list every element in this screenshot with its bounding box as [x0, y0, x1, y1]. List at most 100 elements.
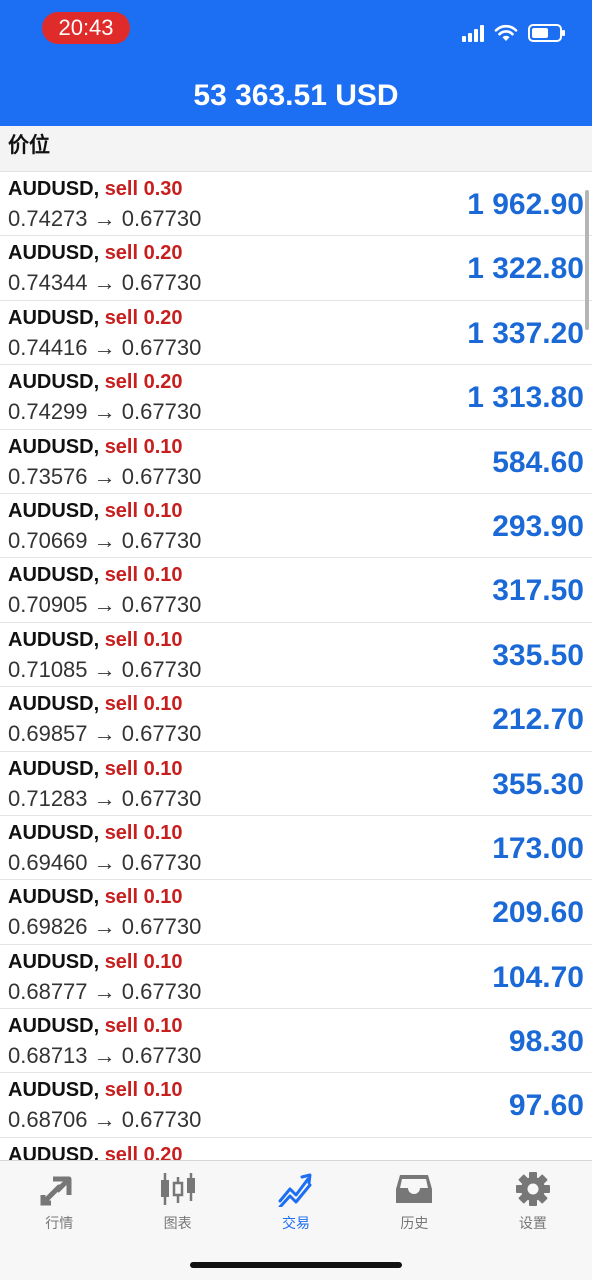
position-separator: , — [93, 693, 105, 716]
position-row[interactable]: AUDUSD, sell 0.10 0.70669 → 0.67730 293.90 — [0, 493, 592, 559]
position-symbol-line: AUDUSD, sell 0.10 — [8, 886, 183, 909]
position-profit: 97.60 — [508, 1089, 584, 1123]
position-symbol: AUDUSD — [8, 371, 94, 394]
position-symbol: AUDUSD — [8, 1079, 94, 1102]
position-side-volume: sell 0.10 — [104, 628, 183, 651]
tab-history[interactable]: 历史 — [355, 1161, 473, 1241]
position-side-volume: sell 0.10 — [104, 821, 183, 844]
position-symbol-line: AUDUSD. sell 0.20 — [8, 1144, 183, 1160]
tab-trade-label: 交易 — [282, 1215, 311, 1231]
position-symbol: AUDUSD — [8, 628, 94, 651]
position-symbol: AUDUSD — [8, 242, 94, 265]
position-arrow: → — [93, 527, 116, 553]
wifi-icon — [494, 24, 518, 41]
position-arrow: → — [93, 656, 116, 682]
positions-list[interactable]: AUDUSD, sell 0.30 0.74273 → 0.67730 1 962.… — [0, 172, 592, 1160]
tab-history-label: 历史 — [400, 1215, 429, 1231]
trade-trend-icon — [278, 1173, 312, 1207]
position-symbol-line: AUDUSD, sell 0.10 — [8, 1015, 183, 1038]
position-current-price: 0.67730 — [121, 334, 202, 360]
position-arrow: → — [93, 978, 116, 1004]
position-arrow: → — [93, 206, 116, 231]
tab-chart[interactable]: 图表 — [118, 1161, 236, 1241]
position-profit: 584.60 — [492, 445, 584, 479]
position-side-volume: sell 0.30 — [104, 178, 183, 200]
position-row[interactable]: AUDUSD, sell 0.10 0.69857 → 0.67730 212.70 — [0, 687, 592, 752]
position-open-price: 0.68777 — [8, 978, 88, 1004]
position-row[interactable]: AUDUSD, sell 0.10 0.69460 → 0.67730 173.00 — [0, 815, 592, 881]
position-separator: , — [93, 499, 105, 522]
position-symbol: AUDUSD — [8, 886, 94, 909]
position-profit: 212.70 — [492, 703, 584, 737]
position-arrow: → — [93, 463, 116, 489]
position-side-volume: sell 0.10 — [104, 499, 183, 522]
position-current-price: 0.67730 — [121, 978, 202, 1004]
battery-icon — [528, 24, 565, 42]
position-row[interactable]: AUDUSD. sell 0.20 — [0, 1137, 592, 1160]
scrollbar[interactable] — [585, 190, 589, 330]
position-prices: 0.71085 → 0.67730 — [8, 657, 201, 683]
position-symbol-line: AUDUSD, sell 0.20 — [8, 307, 183, 330]
tab-trade[interactable]: 交易 — [237, 1161, 355, 1241]
position-side-volume: sell 0.20 — [104, 306, 183, 329]
position-profit: 104.70 — [492, 960, 584, 994]
position-row[interactable]: AUDUSD, sell 0.10 0.71283 → 0.67730 355.30 — [0, 751, 592, 816]
position-row[interactable]: AUDUSD, sell 0.10 0.68713 → 0.67730 98.30 — [0, 1009, 592, 1074]
position-prices: 0.69826 → 0.67730 — [8, 914, 201, 940]
position-separator: , — [93, 950, 105, 973]
position-row[interactable]: AUDUSD, sell 0.10 0.73576 → 0.67730 584.60 — [0, 429, 592, 494]
position-profit: 1 322.80 — [467, 252, 584, 286]
position-row[interactable]: AUDUSD, sell 0.20 0.74299 → 0.67730 1 313.… — [0, 365, 592, 430]
position-profit: 317.50 — [492, 574, 584, 608]
position-current-price: 0.67730 — [121, 721, 202, 747]
position-symbol: AUDUSD — [8, 1015, 94, 1038]
status-bar: 20:43 — [0, 0, 592, 60]
position-row[interactable]: AUDUSD, sell 0.20 0.74416 → 0.67730 1 337.… — [0, 300, 592, 366]
position-arrow: → — [93, 1043, 116, 1069]
position-arrow: → — [93, 1107, 116, 1133]
position-symbol-line: AUDUSD, sell 0.10 — [8, 436, 183, 459]
position-side-volume: sell 0.10 — [104, 693, 183, 716]
position-row[interactable]: AUDUSD, sell 0.30 0.74273 → 0.67730 1 962.… — [0, 172, 592, 237]
position-prices: 0.69460 → 0.67730 — [8, 850, 201, 876]
position-symbol-line: AUDUSD, sell 0.20 — [8, 242, 183, 265]
position-current-price: 0.67730 — [121, 785, 202, 811]
position-symbol-line: AUDUSD, sell 0.10 — [8, 758, 183, 781]
position-side-volume: sell 0.10 — [104, 1015, 183, 1038]
position-separator: , — [93, 178, 105, 200]
position-separator: , — [93, 886, 105, 909]
position-prices: 0.74344 → 0.67730 — [8, 270, 201, 296]
position-row[interactable]: AUDUSD, sell 0.20 0.74344 → 0.67730 1 322.… — [0, 236, 592, 301]
position-symbol: AUDUSD — [8, 306, 94, 329]
position-separator: , — [93, 628, 105, 651]
tab-settings[interactable]: 设置 — [474, 1161, 592, 1241]
position-symbol: AUDUSD — [8, 950, 94, 973]
position-profit: 209.60 — [492, 896, 584, 930]
position-current-price: 0.67730 — [121, 399, 202, 425]
position-current-price: 0.67730 — [121, 463, 202, 489]
position-prices: 0.68706 → 0.67730 — [8, 1107, 201, 1133]
position-row[interactable]: AUDUSD, sell 0.10 0.69826 → 0.67730 209.60 — [0, 880, 592, 945]
position-symbol: AUDUSD — [8, 564, 94, 587]
position-symbol: AUDUSD — [8, 693, 94, 716]
tab-chart-label: 图表 — [163, 1215, 192, 1231]
position-symbol-line: AUDUSD, sell 0.10 — [8, 1079, 183, 1102]
position-prices: 0.71283 → 0.67730 — [8, 786, 201, 812]
tab-quotes[interactable]: 行情 — [0, 1161, 118, 1241]
position-current-price: 0.67730 — [121, 1107, 202, 1133]
position-open-price: 0.70905 — [8, 592, 88, 618]
position-current-price: 0.67730 — [121, 656, 202, 682]
position-arrow: → — [93, 849, 116, 875]
position-arrow: → — [93, 785, 116, 811]
position-open-price: 0.74273 — [8, 206, 88, 231]
position-separator: , — [93, 1015, 105, 1038]
position-symbol-line: AUDUSD, sell 0.10 — [8, 693, 183, 716]
position-open-price: 0.68706 — [8, 1107, 88, 1133]
position-row[interactable]: AUDUSD, sell 0.10 0.70905 → 0.67730 317.50 — [0, 558, 592, 623]
position-symbol-line: AUDUSD, sell 0.30 — [8, 178, 183, 201]
position-row[interactable]: AUDUSD, sell 0.10 0.68706 → 0.67730 97.60 — [0, 1073, 592, 1138]
position-side-volume: sell 0.10 — [104, 886, 183, 909]
position-row[interactable]: AUDUSD, sell 0.10 0.71085 → 0.67730 335.50 — [0, 622, 592, 688]
position-prices: 0.68777 → 0.67730 — [8, 979, 201, 1005]
position-row[interactable]: AUDUSD, sell 0.10 0.68777 → 0.67730 104.70 — [0, 944, 592, 1010]
